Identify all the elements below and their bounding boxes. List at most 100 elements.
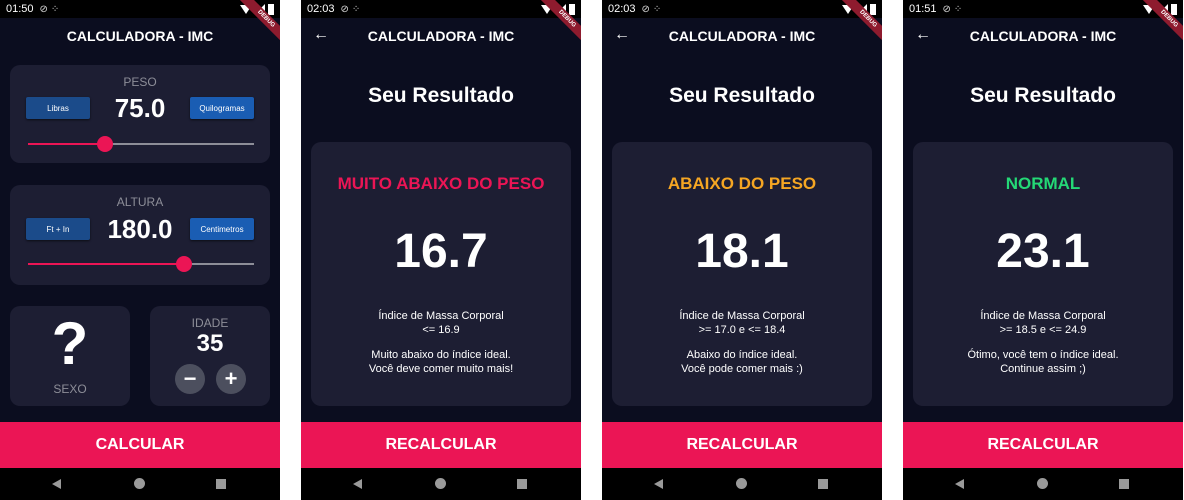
peso-card: PESO Libras 75.0 Quilogramas	[10, 65, 270, 163]
sync-icon: ⊘	[641, 3, 650, 15]
peso-slider-track	[105, 143, 254, 145]
idade-card: IDADE 35 − +	[150, 306, 270, 406]
result-card: NORMAL 23.1 Índice de Massa Corporal >= …	[913, 142, 1173, 406]
result-message: Muito abaixo do índice ideal.	[371, 349, 511, 361]
nav-recent-icon[interactable]	[818, 479, 828, 489]
dots-icon: ⁘	[652, 3, 662, 15]
result-title: Seu Resultado	[368, 84, 514, 107]
app-bar: CALCULADORA - IMC	[0, 18, 280, 54]
result-value: 16.7	[394, 225, 488, 278]
result-card: MUITO ABAIXO DO PESO 16.7 Índice de Mass…	[311, 142, 571, 406]
nav-back-icon[interactable]	[654, 479, 663, 489]
altura-slider-fill	[28, 263, 184, 265]
recalcular-button[interactable]: RECALCULAR	[903, 422, 1183, 468]
status-bar: 01:50 ⊘ ⁘	[0, 0, 280, 18]
peso-slider-fill	[28, 143, 105, 145]
nav-back-icon[interactable]	[353, 479, 362, 489]
result-range: >= 17.0 e <= 18.4	[698, 324, 786, 336]
dots-icon: ⁘	[351, 3, 361, 15]
idade-value: 35	[196, 330, 224, 357]
nav-recent-icon[interactable]	[1119, 479, 1129, 489]
battery-icon	[268, 3, 274, 15]
sync-icon: ⊘	[39, 3, 48, 15]
phone-screen-result: 02:03 ⊘ ⁘ ← CALCULADORA - IMC DEBUG Seu …	[301, 0, 581, 500]
peso-label: PESO	[123, 75, 157, 89]
dots-icon: ⁘	[953, 3, 963, 15]
battery-icon	[569, 3, 575, 15]
calcular-button[interactable]: CALCULAR	[0, 422, 280, 468]
centimetros-button[interactable]: Centimetros	[190, 218, 254, 240]
status-time: 02:03	[307, 3, 335, 15]
ft-in-button[interactable]: Ft + In	[26, 218, 90, 240]
sync-icon: ⊘	[340, 3, 349, 15]
dots-icon: ⁘	[50, 3, 60, 15]
result-range: <= 16.9	[422, 324, 460, 336]
app-bar: ← CALCULADORA - IMC	[301, 18, 581, 54]
result-message: Ótimo, você tem o índice ideal.	[967, 349, 1119, 361]
nav-recent-icon[interactable]	[517, 479, 527, 489]
peso-slider-thumb[interactable]	[97, 136, 113, 152]
result-advice: Você deve comer muito mais!	[368, 363, 514, 375]
status-bar: 02:03 ⊘ ⁘	[602, 0, 882, 18]
status-time: 01:50	[6, 3, 34, 15]
result-value: 18.1	[695, 225, 789, 278]
nav-recent-icon[interactable]	[216, 479, 226, 489]
libras-button[interactable]: Libras	[26, 97, 90, 119]
phone-screen-result: 02:03 ⊘ ⁘ ← CALCULADORA - IMC DEBUG Seu …	[602, 0, 882, 500]
status-bar: 02:03 ⊘ ⁘	[301, 0, 581, 18]
result-value: 23.1	[996, 225, 1090, 278]
sync-icon: ⊘	[942, 3, 951, 15]
nav-home-icon[interactable]	[736, 478, 747, 489]
peso-slider[interactable]	[28, 136, 254, 152]
altura-label: ALTURA	[116, 195, 164, 209]
recalcular-button[interactable]: RECALCULAR	[301, 422, 581, 468]
result-advice: Continue assim ;)	[1000, 363, 1086, 375]
app-bar: ← CALCULADORA - IMC	[903, 18, 1183, 54]
result-advice: Você pode comer mais :)	[681, 363, 803, 375]
result-label: Índice de Massa Corporal	[980, 310, 1106, 322]
battery-icon	[1171, 3, 1177, 15]
altura-slider-thumb[interactable]	[176, 256, 192, 272]
status-time: 01:51	[909, 3, 937, 15]
app-title: CALCULADORA - IMC	[66, 28, 214, 44]
nav-bar	[0, 468, 280, 500]
nav-home-icon[interactable]	[435, 478, 446, 489]
sexo-card[interactable]: ? SEXO	[10, 306, 130, 406]
result-card: ABAIXO DO PESO 18.1 Índice de Massa Corp…	[612, 142, 872, 406]
phone-screen-input: 01:50 ⊘ ⁘ CALCULADORA - IMC DEBUG PESO L…	[0, 0, 280, 500]
peso-value: 75.0	[114, 93, 166, 123]
result-label: Índice de Massa Corporal	[679, 310, 805, 322]
nav-home-icon[interactable]	[134, 478, 145, 489]
altura-slider[interactable]	[28, 256, 254, 272]
result-message: Abaixo do índice ideal.	[686, 349, 798, 361]
result-status: ABAIXO DO PESO	[667, 174, 817, 193]
phone-screen-result: 01:51 ⊘ ⁘ ← CALCULADORA - IMC DEBUG Seu …	[903, 0, 1183, 500]
back-arrow-icon[interactable]: ←	[313, 26, 329, 44]
battery-icon	[870, 3, 876, 15]
increment-button[interactable]: +	[216, 364, 246, 394]
status-bar: 01:51 ⊘ ⁘	[903, 0, 1183, 18]
nav-home-icon[interactable]	[1037, 478, 1048, 489]
recalcular-button[interactable]: RECALCULAR	[602, 422, 882, 468]
result-title: Seu Resultado	[669, 84, 815, 107]
result-range: >= 18.5 e <= 24.9	[999, 324, 1087, 336]
altura-value: 180.0	[107, 214, 173, 244]
app-title: CALCULADORA - IMC	[367, 28, 515, 44]
result-title: Seu Resultado	[970, 84, 1116, 107]
idade-label: IDADE	[191, 316, 229, 330]
nav-back-icon[interactable]	[955, 479, 964, 489]
app-bar: ← CALCULADORA - IMC	[602, 18, 882, 54]
result-label: Índice de Massa Corporal	[378, 310, 504, 322]
back-arrow-icon[interactable]: ←	[915, 26, 931, 44]
app-title: CALCULADORA - IMC	[969, 28, 1117, 44]
quilogramas-button[interactable]: Quilogramas	[190, 97, 254, 119]
nav-back-icon[interactable]	[52, 479, 61, 489]
back-arrow-icon[interactable]: ←	[614, 26, 630, 44]
status-time: 02:03	[608, 3, 636, 15]
result-status: MUITO ABAIXO DO PESO	[337, 174, 545, 193]
nav-bar	[602, 468, 882, 500]
nav-bar	[903, 468, 1183, 500]
altura-slider-track	[184, 263, 254, 265]
nav-bar	[301, 468, 581, 500]
decrement-button[interactable]: −	[175, 364, 205, 394]
